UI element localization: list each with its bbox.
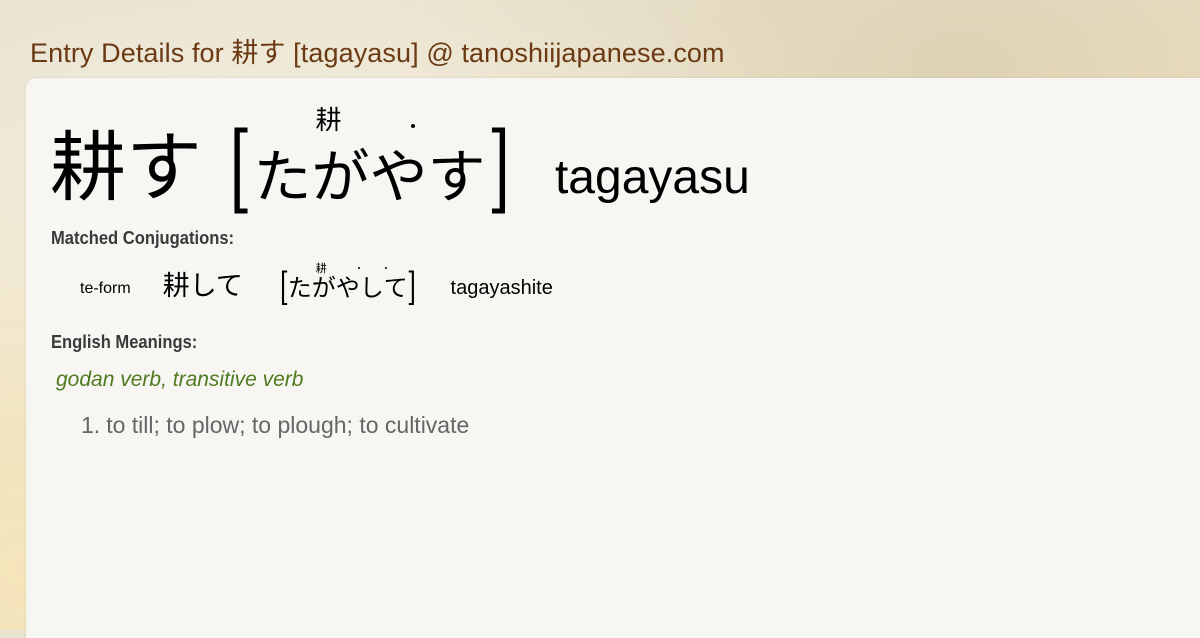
meaning-number: 1. — [81, 412, 101, 438]
reading-char: が — [311, 143, 370, 211]
conjugation-reading-char: が — [311, 274, 336, 302]
conjugation-reading-char: や — [335, 274, 360, 302]
reading-close-bracket: ] — [487, 112, 510, 224]
meanings-heading: English Meanings: — [51, 332, 198, 352]
reading-char: す — [427, 143, 486, 211]
page-title: Entry Details for 耕す [tagayasu] @ tanosh… — [30, 37, 725, 68]
entry-furigana: 耕 — [315, 106, 342, 136]
entry-kanji: 耕す — [50, 123, 202, 212]
pitch-accent-dot — [384, 267, 387, 269]
conjugation-close-bracket: ] — [406, 265, 416, 309]
conjugation-furigana: 耕 — [315, 262, 327, 275]
conjugation-reading-char: て — [383, 274, 408, 302]
part-of-speech: godan verb, transitive verb — [56, 368, 304, 391]
conjugation-reading-char: た — [287, 274, 312, 302]
reading-char: た — [253, 143, 312, 211]
meaning-item: 1. to till; to plow; to plough; to culti… — [81, 412, 469, 439]
entry-romaji: tagayasu — [554, 151, 750, 204]
conjugation-form: te-form — [80, 280, 131, 297]
conjugation-reading-char: し — [359, 274, 384, 302]
pitch-accent-dot — [411, 124, 416, 128]
page-header: Entry Details for 耕す [tagayasu] @ tanosh… — [30, 30, 725, 70]
conjugation-kanji: 耕して — [162, 271, 243, 302]
entry-reading: た が や す 耕 — [253, 106, 486, 211]
conjugation-row: te-form 耕して [ た が や し て 耕 ] tagayashite — [80, 256, 553, 306]
entry-headline: 耕す [ た が や す 耕 ] tagayasu — [50, 106, 750, 216]
conjugations-heading: Matched Conjugations: — [51, 228, 235, 248]
conjugation-romaji: tagayashite — [450, 277, 553, 299]
entry-card: 耕す [ た が や す 耕 ] tagayasu Matched Conjug… — [26, 78, 1200, 638]
reading-open-bracket: [ — [229, 112, 252, 224]
conjugation-reading: た が や し て 耕 — [287, 262, 408, 302]
reading-char: や — [369, 143, 428, 211]
pitch-accent-dot — [357, 267, 360, 269]
meaning-text: to till; to plow; to plough; to cultivat… — [106, 412, 470, 438]
